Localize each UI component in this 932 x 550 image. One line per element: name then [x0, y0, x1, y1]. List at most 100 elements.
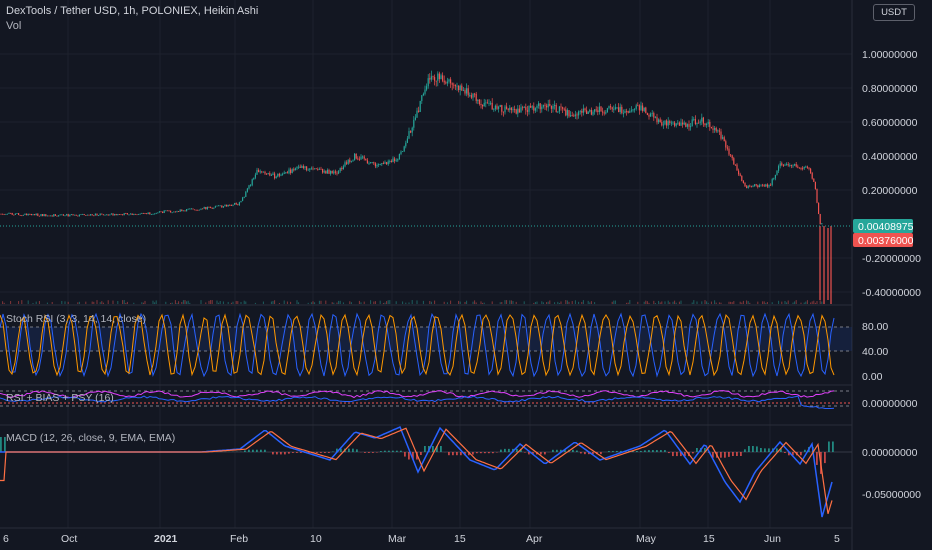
macd-histogram-bar	[264, 449, 266, 452]
volume-bar	[646, 301, 648, 304]
candle-body	[722, 137, 724, 139]
candle-body	[493, 109, 495, 110]
candle-body	[40, 214, 42, 217]
volume-bar	[523, 301, 525, 304]
candle-body	[208, 206, 210, 208]
candle-body	[635, 105, 637, 109]
candle-body	[590, 109, 592, 115]
candle-body	[502, 111, 504, 113]
candle-body	[554, 104, 556, 106]
candle-body	[242, 197, 244, 201]
volume-bar	[318, 300, 320, 304]
candle-body	[400, 151, 402, 155]
macd-histogram-bar	[352, 448, 354, 452]
volume-bar	[742, 300, 744, 304]
stoch-rsi-label[interactable]: Stoch RSI (3, 3, 14, 14, close)	[6, 313, 146, 325]
macd-histogram-bar	[784, 452, 786, 453]
candle-body	[747, 185, 749, 188]
volume-bar	[746, 300, 748, 304]
volume-bar	[554, 302, 556, 304]
candle-body	[170, 210, 172, 213]
macd-histogram-bar	[460, 452, 462, 456]
candle-body	[405, 142, 407, 147]
candle-body	[578, 111, 580, 116]
macd-histogram-bar	[456, 452, 458, 456]
volume-bar	[270, 301, 272, 304]
candle-body	[150, 214, 152, 215]
symbol-title[interactable]: DexTools / Tether USD, 1h, POLONIEX, Hei…	[6, 5, 258, 17]
candle-body	[317, 169, 319, 170]
price-candles[interactable]	[0, 70, 832, 304]
macd-histogram-bar	[664, 450, 666, 452]
volume-bar	[178, 301, 180, 304]
candle-body	[614, 107, 616, 109]
candle-body	[534, 108, 536, 111]
candle-body	[594, 109, 596, 112]
rsi-bias-psy-label[interactable]: RSI + BIAS + PSY (16)	[6, 392, 114, 404]
candle-body	[298, 166, 300, 168]
chart-canvas[interactable]: 1.00000000 0.80000000 0.60000000 0.40000000…	[0, 0, 932, 550]
candle-body	[736, 164, 738, 171]
candle-body	[755, 184, 757, 186]
candle-body	[368, 163, 370, 165]
candle-body	[643, 107, 645, 111]
candle-body	[666, 120, 668, 126]
candle-body	[362, 156, 364, 158]
x-tick-label: Oct	[61, 533, 77, 545]
candle-body	[59, 214, 61, 216]
candle-body	[275, 176, 277, 179]
candle-body	[88, 214, 90, 216]
macd-histogram-bar	[300, 452, 302, 453]
currency-button[interactable]: USDT	[873, 4, 915, 21]
candle-body	[550, 105, 552, 109]
volume-label[interactable]: Vol	[6, 20, 21, 32]
candle-body	[528, 105, 530, 112]
candle-body	[27, 213, 29, 216]
volume-bar	[35, 301, 37, 304]
candle-body	[269, 173, 271, 176]
candle-body	[13, 214, 15, 216]
macd-histogram-bar	[804, 449, 806, 452]
volume-bar	[61, 300, 63, 304]
candle-body	[659, 119, 661, 123]
macd-histogram-bar	[0, 437, 2, 452]
macd-histogram-bar	[752, 446, 754, 452]
macd-histogram-bar	[504, 448, 506, 452]
candle-body	[608, 106, 610, 109]
candle-body	[429, 78, 431, 80]
volume-bar	[819, 300, 821, 304]
price-axis[interactable]: 1.00000000 0.80000000 0.60000000 0.40000000…	[862, 49, 921, 299]
candle-body	[104, 214, 106, 216]
candle-body	[216, 205, 218, 207]
volume-bar	[680, 300, 682, 304]
candle-body	[662, 124, 664, 126]
candle-body	[712, 128, 714, 130]
macd-histogram-bar	[540, 452, 542, 455]
candle-body	[600, 106, 602, 112]
candle-body	[430, 76, 432, 80]
candle-body	[26, 213, 28, 216]
volume-bar	[243, 300, 245, 304]
volume-bar	[766, 301, 768, 304]
candle-body	[142, 213, 144, 214]
volume-bar	[389, 300, 391, 304]
candle-body	[85, 215, 87, 216]
candle-body	[291, 169, 293, 173]
volume-bar	[296, 300, 298, 304]
volume-bar	[816, 301, 818, 304]
candle-body	[629, 110, 631, 113]
candle-body	[648, 115, 650, 117]
candle-body	[630, 110, 632, 112]
candle-body	[123, 213, 125, 216]
x-tick-label: 6	[3, 533, 9, 545]
volume-bar	[667, 300, 669, 304]
candle-body	[45, 214, 47, 217]
candle-body	[440, 75, 442, 79]
candle-body	[654, 117, 656, 118]
macd-histogram-bar	[636, 450, 638, 452]
time-axis[interactable]: 6 Oct 2021 Feb 10 Mar 15 Apr May 15 Jun …	[3, 533, 840, 545]
volume-bar	[123, 300, 125, 304]
candle-body	[592, 111, 594, 115]
macd-label[interactable]: MACD (12, 26, close, 9, EMA, EMA)	[6, 432, 175, 444]
candle-body	[11, 212, 13, 215]
